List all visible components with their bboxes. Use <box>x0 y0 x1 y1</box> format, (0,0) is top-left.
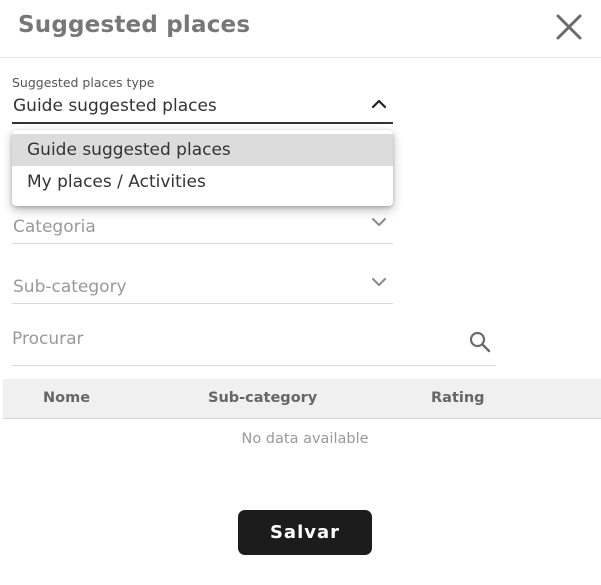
table-header: Nome Sub-category Rating <box>3 379 601 419</box>
search-field <box>12 318 496 366</box>
close-button[interactable] <box>552 10 586 44</box>
suggested-places-type-select[interactable]: Suggested places type Guide suggested pl… <box>12 74 393 124</box>
suggested-places-type-menu: Guide suggested places My places / Activ… <box>12 130 393 206</box>
search-icon[interactable] <box>468 330 492 354</box>
subcategory-placeholder: Sub-category <box>13 277 127 297</box>
subcategory-select[interactable]: Sub-category <box>12 270 393 304</box>
dialog-header: Suggested places <box>0 0 601 58</box>
column-header-rating[interactable]: Rating <box>431 390 485 406</box>
dialog-title: Suggested places <box>18 12 251 38</box>
suggested-places-dialog: Suggested places Suggested places type G… <box>0 0 601 585</box>
chevron-down-icon[interactable] <box>371 276 387 288</box>
save-button[interactable]: Salvar <box>238 510 372 555</box>
column-header-sub-category[interactable]: Sub-category <box>208 390 317 406</box>
suggested-places-type-label: Suggested places type <box>12 75 155 90</box>
category-placeholder: Categoria <box>13 217 96 237</box>
close-icon <box>556 14 582 40</box>
menu-option-my-places-activities[interactable]: My places / Activities <box>12 166 393 198</box>
search-input[interactable] <box>12 324 452 354</box>
chevron-down-icon[interactable] <box>371 216 387 228</box>
suggested-places-type-value: Guide suggested places <box>13 96 217 116</box>
category-select[interactable]: Categoria <box>12 210 393 244</box>
menu-option-guide-suggested-places[interactable]: Guide suggested places <box>12 134 393 166</box>
empty-table-message: No data available <box>241 431 369 447</box>
chevron-up-icon[interactable] <box>371 98 387 110</box>
column-header-nome[interactable]: Nome <box>43 390 90 406</box>
